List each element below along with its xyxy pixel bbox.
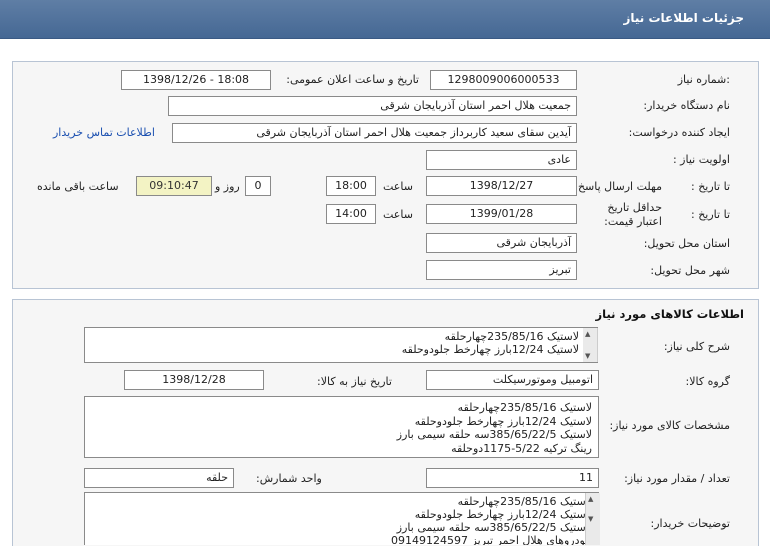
validity-until-label: تا تاریخ : xyxy=(691,208,730,221)
buyer-notes-scrollbar[interactable]: ▲ ▼ xyxy=(585,493,600,545)
buyer-notes-field[interactable]: لاستیک 235/85/16چهارحلقه لاستیک 12/24بار… xyxy=(84,492,599,545)
validity-date-field: 1399/01/28 xyxy=(426,204,577,224)
deadline-until-label: تا تاریخ : xyxy=(691,180,730,193)
buyer-notes-label: توضیحات خریدار: xyxy=(650,517,731,530)
qty-field: 11 xyxy=(426,468,599,488)
deadline-label: مهلت ارسال پاسخ: xyxy=(574,180,662,193)
need-number-label: شماره نیاز: xyxy=(677,73,730,86)
city-field: تبریز xyxy=(426,260,577,280)
need-number-field: 1298009006000533 xyxy=(430,70,577,90)
need-date-field: 1398/12/28 xyxy=(124,370,264,390)
contact-info-link[interactable]: اطلاعات تماس خریدار xyxy=(53,126,155,139)
announce-field: 1398/12/26 - 18:08 xyxy=(121,70,271,90)
remaining-time-field: 09:10:47 xyxy=(136,176,212,196)
buyer-field: جمعیت هلال احمر استان آذربایجان شرقی xyxy=(168,96,577,116)
days-field: 0 xyxy=(245,176,271,196)
title-bar: جزئیات اطلاعات نیاز xyxy=(0,0,770,39)
unit-label: واحد شمارش: xyxy=(256,472,322,485)
city-label: شهر محل تحویل: xyxy=(650,264,730,277)
need-date-label: تاریخ نیاز به کالا: xyxy=(317,375,392,388)
validity-time-field: 14:00 xyxy=(326,204,376,224)
remaining-label: ساعت باقی مانده xyxy=(37,180,119,193)
goods-group-label: گروه کالا: xyxy=(685,375,730,388)
specs-field[interactable]: لاستیک 235/85/16چهارحلقه لاستیک 12/24بار… xyxy=(84,396,599,458)
priority-label: اولویت نیاز : xyxy=(672,153,730,166)
specs-label: مشخصات کالای مورد نیاز: xyxy=(609,419,730,432)
validity-hour-label: ساعت xyxy=(383,208,413,221)
scroll-down-icon[interactable]: ▼ xyxy=(585,352,590,360)
page-title: جزئیات اطلاعات نیاز xyxy=(623,11,744,25)
scroll-down-icon[interactable]: ▼ xyxy=(588,515,593,523)
scroll-up-icon[interactable]: ▲ xyxy=(588,495,593,503)
general-desc-scrollbar[interactable]: ▲ ▼ xyxy=(583,328,598,362)
deadline-hour-label: ساعت xyxy=(383,180,413,193)
validity-label: حداقل تاریخ اعتبار قیمت: xyxy=(604,201,662,228)
creator-field: آیدین سقای سعید کاربرداز جمعیت هلال احمر… xyxy=(172,123,577,143)
buyer-label: نام دستگاه خریدار: xyxy=(643,99,730,112)
scroll-up-icon[interactable]: ▲ xyxy=(585,330,590,338)
goods-heading: اطلاعات کالاهای مورد نیاز xyxy=(595,307,744,321)
deadline-date-field: 1398/12/27 xyxy=(426,176,577,196)
general-desc-field[interactable]: لاستیک 235/85/16چهارحلقه لاستیک 12/24بار… xyxy=(84,327,598,363)
qty-label: تعداد / مقدار مورد نیاز: xyxy=(624,472,730,485)
province-label: استان محل تحویل: xyxy=(643,237,730,250)
priority-field: عادی xyxy=(426,150,577,170)
goods-group-field: اتومبیل وموتورسیکلت xyxy=(426,370,599,390)
days-label: روز و xyxy=(215,180,240,193)
province-field: آذربایجان شرقی xyxy=(426,233,577,253)
creator-label: ایجاد کننده درخواست: xyxy=(628,126,730,139)
deadline-time-field: 18:00 xyxy=(326,176,376,196)
unit-field: حلقه xyxy=(84,468,234,488)
general-desc-label: شرح کلی نیاز: xyxy=(663,340,730,353)
announce-label: تاریخ و ساعت اعلان عمومی: xyxy=(286,73,419,86)
